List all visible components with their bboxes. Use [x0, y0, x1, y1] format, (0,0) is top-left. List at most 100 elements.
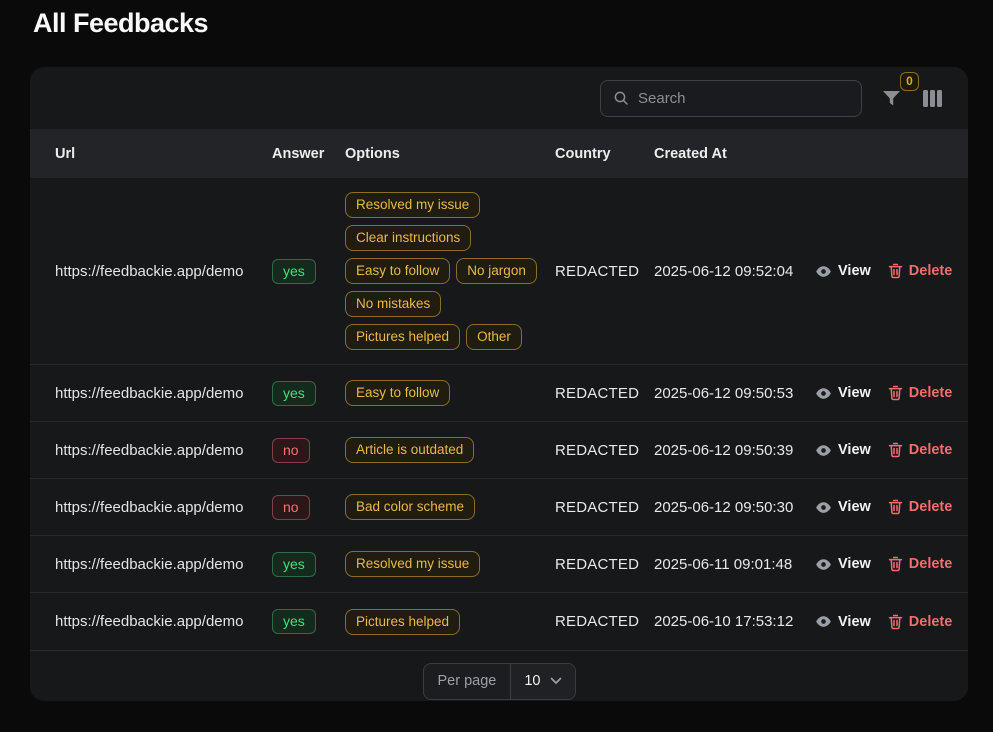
columns-icon: [923, 90, 942, 107]
col-header-answer: Answer: [272, 146, 345, 162]
delete-button[interactable]: Delete: [888, 385, 953, 401]
eye-icon: [815, 385, 832, 402]
table-row: https://feedbackie.app/demo yes Pictures…: [30, 593, 968, 650]
options-cell: Easy to follow: [345, 366, 555, 420]
eye-icon: [815, 263, 832, 280]
answer-badge: yes: [272, 609, 316, 634]
search-box[interactable]: [600, 80, 862, 117]
option-tag: Clear instructions: [345, 225, 471, 251]
feedback-country: REDACTED: [555, 442, 654, 459]
filter-icon: [881, 89, 902, 108]
view-label: View: [838, 614, 871, 630]
feedback-created-at: 2025-06-12 09:50:39: [654, 442, 815, 459]
option-tag: Article is outdated: [345, 437, 474, 463]
delete-label: Delete: [909, 442, 953, 458]
option-tag: Pictures helped: [345, 324, 460, 350]
trash-icon: [888, 442, 903, 458]
feedback-url: https://feedbackie.app/demo: [55, 499, 272, 516]
feedback-country: REDACTED: [555, 385, 654, 402]
search-input[interactable]: [638, 90, 849, 107]
trash-icon: [888, 385, 903, 401]
delete-label: Delete: [909, 556, 953, 572]
table-footer: Per page 10: [30, 650, 968, 701]
col-header-url: Url: [55, 146, 272, 162]
table-row: https://feedbackie.app/demo yes Resolved…: [30, 178, 968, 365]
options-cell: Resolved my issue: [345, 537, 555, 591]
per-page-select[interactable]: 10: [511, 664, 574, 699]
trash-icon: [888, 556, 903, 572]
feedback-url: https://feedbackie.app/demo: [55, 263, 272, 280]
search-icon: [613, 90, 629, 106]
delete-button[interactable]: Delete: [888, 614, 953, 630]
delete-button[interactable]: Delete: [888, 499, 953, 515]
option-tag: Resolved my issue: [345, 551, 480, 577]
eye-icon: [815, 499, 832, 516]
answer-badge: no: [272, 495, 310, 520]
col-header-options: Options: [345, 146, 555, 162]
table-header-row: Url Answer Options Country Created At: [30, 129, 968, 178]
delete-button[interactable]: Delete: [888, 263, 953, 279]
per-page-value: 10: [524, 673, 540, 689]
feedback-created-at: 2025-06-10 17:53:12: [654, 613, 815, 630]
table-row: https://feedbackie.app/demo no Bad color…: [30, 479, 968, 536]
options-cell: Pictures helped: [345, 595, 555, 649]
feedback-url: https://feedbackie.app/demo: [55, 385, 272, 402]
page-title: All Feedbacks: [33, 8, 993, 39]
trash-icon: [888, 499, 903, 515]
view-button[interactable]: View: [815, 613, 871, 630]
feedback-country: REDACTED: [555, 556, 654, 573]
answer-badge: yes: [272, 552, 316, 577]
view-label: View: [838, 385, 871, 401]
trash-icon: [888, 614, 903, 630]
view-button[interactable]: View: [815, 263, 871, 280]
view-button[interactable]: View: [815, 556, 871, 573]
view-button[interactable]: View: [815, 442, 871, 459]
feedback-created-at: 2025-06-12 09:52:04: [654, 263, 815, 280]
option-tag: Easy to follow: [345, 258, 450, 284]
option-tag: No jargon: [456, 258, 537, 284]
delete-button[interactable]: Delete: [888, 556, 953, 572]
filter-button[interactable]: 0: [879, 87, 904, 110]
col-header-country: Country: [555, 146, 654, 162]
eye-icon: [815, 442, 832, 459]
delete-label: Delete: [909, 263, 953, 279]
delete-label: Delete: [909, 385, 953, 401]
chevron-down-icon: [550, 677, 562, 685]
option-tag: Pictures helped: [345, 609, 460, 635]
table-body: https://feedbackie.app/demo yes Resolved…: [30, 178, 968, 650]
feedback-url: https://feedbackie.app/demo: [55, 613, 272, 630]
eye-icon: [815, 556, 832, 573]
table-row: https://feedbackie.app/demo no Article i…: [30, 422, 968, 479]
table-row: https://feedbackie.app/demo yes Easy to …: [30, 365, 968, 422]
col-header-created-at: Created At: [654, 146, 815, 162]
options-cell: Bad color scheme: [345, 480, 555, 534]
options-cell: Article is outdated: [345, 423, 555, 477]
feedback-country: REDACTED: [555, 499, 654, 516]
answer-badge: yes: [272, 381, 316, 406]
answer-badge: yes: [272, 259, 316, 284]
columns-button[interactable]: [921, 88, 944, 109]
view-button[interactable]: View: [815, 499, 871, 516]
delete-label: Delete: [909, 614, 953, 630]
feedback-created-at: 2025-06-12 09:50:53: [654, 385, 815, 402]
per-page-label: Per page: [424, 664, 512, 699]
view-label: View: [838, 499, 871, 515]
view-label: View: [838, 442, 871, 458]
view-label: View: [838, 556, 871, 572]
eye-icon: [815, 613, 832, 630]
table-toolbar: 0: [30, 67, 968, 129]
feedback-created-at: 2025-06-12 09:50:30: [654, 499, 815, 516]
options-cell: Resolved my issueClear instructionsEasy …: [345, 178, 555, 364]
per-page-control: Per page 10: [423, 663, 576, 700]
feedback-country: REDACTED: [555, 613, 654, 630]
delete-label: Delete: [909, 499, 953, 515]
delete-button[interactable]: Delete: [888, 442, 953, 458]
trash-icon: [888, 263, 903, 279]
option-tag: Bad color scheme: [345, 494, 475, 520]
feedback-country: REDACTED: [555, 263, 654, 280]
view-button[interactable]: View: [815, 385, 871, 402]
feedback-created-at: 2025-06-11 09:01:48: [654, 556, 815, 573]
answer-badge: no: [272, 438, 310, 463]
feedback-url: https://feedbackie.app/demo: [55, 442, 272, 459]
option-tag: Other: [466, 324, 522, 350]
